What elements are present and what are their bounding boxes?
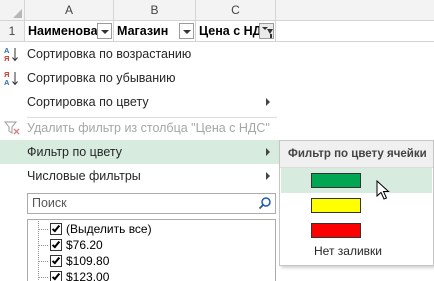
tree-line (38, 221, 50, 238)
submenu-arrow-icon (266, 98, 270, 106)
color-option-yellow[interactable] (281, 193, 432, 218)
menu-item-sort-ascending[interactable]: А Я Сортировка по возрастанию (0, 42, 280, 66)
header-cell-store[interactable]: Магазин (114, 21, 196, 42)
mouse-cursor-icon (376, 180, 390, 200)
filter-by-cell-color-submenu: Фильтр по цвету ячейки Нет заливки (279, 140, 434, 266)
color-option-green[interactable] (281, 168, 432, 193)
list-item-label: (Выделить все) (66, 222, 152, 236)
header-cell-store-text: Магазин (117, 24, 169, 38)
tree-line (38, 269, 50, 281)
header-cell-name[interactable]: Наименовані (25, 21, 114, 42)
submenu-header: Фильтр по цвету ячейки (280, 141, 433, 168)
sort-ascending-icon: А Я (4, 46, 18, 62)
filter-dropdown-button-a[interactable] (97, 23, 112, 39)
row-header-1[interactable]: 1 (0, 21, 25, 42)
menu-item-sort-descending-label: Сортировка по убыванию (27, 71, 176, 85)
spreadsheet-grid: A B C 1 Наименовані Магазин Цена с НДС (0, 0, 434, 42)
list-item[interactable]: $123.00 (28, 269, 275, 281)
checkbox-value[interactable] (50, 239, 62, 251)
color-swatch (311, 198, 361, 213)
search-icon (258, 197, 271, 210)
filter-dropdown-button-c[interactable] (259, 23, 274, 39)
checkbox-select-all[interactable] (50, 223, 62, 235)
menu-item-number-filters[interactable]: Числовые фильтры (0, 164, 280, 188)
funnel-icon (267, 29, 273, 38)
submenu-arrow-icon (266, 148, 270, 156)
list-item-label: $123.00 (66, 270, 110, 281)
tree-line (38, 253, 50, 270)
header-cell-price[interactable]: Цена с НДС (196, 21, 276, 42)
filter-values-list: (Выделить все) $76.20 $109.80 $123.00 (27, 219, 276, 281)
checkbox-value[interactable] (50, 255, 62, 267)
menu-item-sort-by-color[interactable]: Сортировка по цвету (0, 90, 280, 114)
filter-dropdown-button-b[interactable] (179, 23, 194, 39)
no-fill-option[interactable]: Нет заливки (314, 244, 382, 258)
submenu-title: Фильтр по цвету ячейки (288, 148, 427, 160)
list-item-label: $76.20 (66, 238, 103, 252)
search-field[interactable]: Поиск (27, 193, 276, 214)
color-swatch (311, 173, 361, 188)
menu-item-filter-by-color[interactable]: Фильтр по цвету (0, 140, 280, 164)
menu-item-sort-ascending-label: Сортировка по возрастанию (27, 47, 192, 61)
menu-item-clear-filter-label: Удалить фильтр из столбца "Цена с НДС" (27, 121, 270, 135)
search-placeholder: Поиск (32, 196, 67, 210)
empty-cell[interactable] (276, 21, 434, 42)
list-item[interactable]: $109.80 (28, 253, 275, 270)
sort-descending-icon: Я А (4, 70, 18, 86)
column-header-a[interactable]: A (25, 0, 114, 21)
svg-text:Я: Я (4, 54, 9, 62)
color-option-red[interactable] (281, 218, 432, 243)
list-item[interactable]: (Выделить все) (28, 221, 275, 238)
column-header-c[interactable]: C (196, 0, 276, 21)
color-swatch (311, 223, 361, 238)
select-all-corner[interactable] (0, 0, 25, 21)
submenu-arrow-icon (266, 172, 270, 180)
menu-item-clear-filter: Удалить фильтр из столбца "Цена с НДС" (0, 116, 280, 140)
menu-item-number-filters-label: Числовые фильтры (27, 169, 141, 183)
menu-item-filter-by-color-label: Фильтр по цвету (27, 145, 122, 159)
clear-filter-icon (4, 121, 20, 135)
list-item[interactable]: $76.20 (28, 237, 275, 254)
list-item-label: $109.80 (66, 254, 110, 268)
column-header-b[interactable]: B (114, 0, 196, 21)
menu-item-sort-by-color-label: Сортировка по цвету (27, 95, 149, 109)
tree-line (38, 237, 50, 254)
menu-item-sort-descending[interactable]: Я А Сортировка по убыванию (0, 66, 280, 90)
column-header-empty (276, 0, 434, 21)
svg-text:А: А (4, 78, 10, 86)
checkbox-value[interactable] (50, 271, 62, 281)
